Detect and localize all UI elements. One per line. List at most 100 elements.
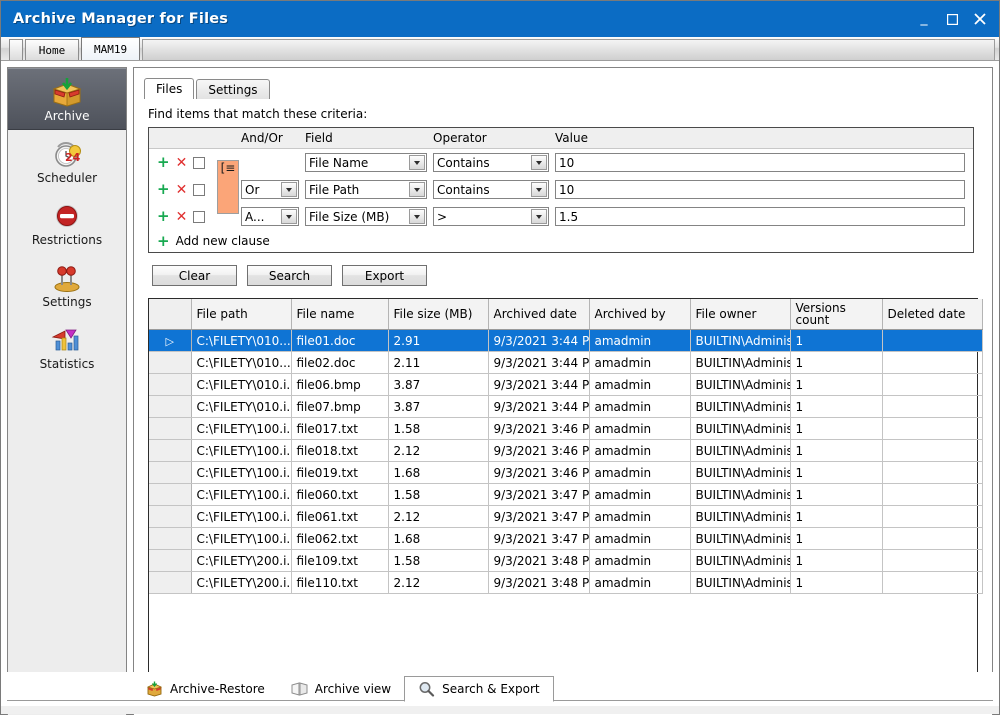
- andor-select[interactable]: A...: [241, 207, 299, 226]
- table-row[interactable]: C:\FILETY\100.i... file018.txt 2.12 9/3/202…: [149, 439, 983, 462]
- row-selector-cell[interactable]: [149, 549, 192, 572]
- table-row[interactable]: C:\FILETY\010.... file02.doc 2.11 9/3/2021 …: [149, 351, 983, 374]
- row-selector-cell[interactable]: [149, 395, 192, 418]
- table-row[interactable]: C:\FILETY\100.i... file017.txt 1.58 9/3/202…: [149, 417, 983, 440]
- operator-select[interactable]: >: [433, 207, 549, 226]
- column-header-file-name[interactable]: File name: [291, 299, 389, 330]
- value-input[interactable]: 1.5: [555, 207, 965, 226]
- table-row[interactable]: C:\FILETY\200.i... file109.txt 1.58 9/3/202…: [149, 549, 983, 572]
- field-select[interactable]: File Size (MB): [305, 207, 427, 226]
- table-row[interactable]: C:\FILETY\200.i... file110.txt 2.12 9/3/202…: [149, 571, 983, 594]
- row-selector-cell[interactable]: [149, 351, 192, 374]
- chevron-down-icon[interactable]: [409, 182, 425, 197]
- bottom-tab-search-export[interactable]: Search & Export: [404, 676, 554, 702]
- sidebar-item-scheduler[interactable]: 24 Scheduler: [8, 130, 126, 192]
- cell-archived-date: 9/3/2021 3:44 PM: [488, 329, 590, 352]
- cell-archived-date: 9/3/2021 3:48 PM: [488, 549, 590, 572]
- add-new-clause-button[interactable]: + Add new clause: [149, 230, 973, 252]
- column-header-archived-date[interactable]: Archived date: [488, 299, 590, 330]
- top-tab-filler: [142, 39, 995, 60]
- row-selector-cell[interactable]: [149, 505, 192, 528]
- row-selector-cell[interactable]: [149, 461, 192, 484]
- column-header-file-size[interactable]: File size (MB): [388, 299, 489, 330]
- cell-file-name: file01.doc: [291, 329, 389, 352]
- sidebar-item-settings[interactable]: Settings: [8, 254, 126, 316]
- plus-icon[interactable]: +: [157, 182, 170, 197]
- remove-x-icon[interactable]: ✕: [176, 183, 188, 197]
- table-row[interactable]: C:\FILETY\010.i... file07.bmp 3.87 9/3/2021…: [149, 395, 983, 418]
- cell-versions-count: 1: [790, 373, 883, 396]
- search-button[interactable]: Search: [247, 265, 332, 286]
- minimize-icon[interactable]: _: [911, 6, 937, 32]
- criteria-checkbox[interactable]: [193, 210, 206, 223]
- column-header-versions-count[interactable]: Versions count: [790, 299, 883, 330]
- table-row[interactable]: C:\FILETY\100.i... file060.txt 1.58 9/3/202…: [149, 483, 983, 506]
- top-tab-mam19[interactable]: MAM19: [81, 37, 141, 60]
- criteria-checkbox[interactable]: [193, 183, 206, 196]
- row-selector-cell[interactable]: [149, 439, 192, 462]
- cell-file-name: file110.txt: [291, 571, 389, 594]
- table-row[interactable]: ▷ C:\FILETY\010.... file01.doc 2.91 9/3/2021…: [149, 329, 983, 352]
- table-row[interactable]: C:\FILETY\100.i... file061.txt 2.12 9/3/202…: [149, 505, 983, 528]
- andor-select[interactable]: Or: [241, 180, 299, 199]
- chevron-down-icon[interactable]: [531, 182, 547, 197]
- cell-deleted-date: [882, 373, 983, 396]
- row-selector-cell[interactable]: [149, 417, 192, 440]
- column-header-deleted-date[interactable]: Deleted date: [882, 299, 983, 330]
- tab-files[interactable]: Files: [144, 78, 195, 99]
- row-selector-cell[interactable]: ▷: [149, 329, 192, 352]
- sidebar-item-restrictions[interactable]: Restrictions: [8, 192, 126, 254]
- clear-button[interactable]: Clear: [152, 265, 237, 286]
- cell-versions-count: 1: [790, 439, 883, 462]
- field-select[interactable]: File Path: [305, 180, 427, 199]
- cell-file-name: file018.txt: [291, 439, 389, 462]
- bottom-tab-archive-restore[interactable]: Archive-Restore: [133, 676, 278, 701]
- chevron-down-icon[interactable]: [409, 209, 425, 224]
- chevron-down-icon[interactable]: [531, 155, 547, 170]
- plus-icon[interactable]: +: [157, 209, 170, 224]
- table-row[interactable]: C:\FILETY\010.i... file06.bmp 3.87 9/3/2021…: [149, 373, 983, 396]
- cell-versions-count: 1: [790, 461, 883, 484]
- cell-archived-by: amadmin: [589, 461, 691, 484]
- operator-select[interactable]: Contains: [433, 180, 549, 199]
- criteria-header-operator: Operator: [433, 131, 487, 145]
- chevron-down-icon[interactable]: [281, 182, 297, 197]
- group-marker[interactable]: [≡: [217, 159, 239, 214]
- content-panel: Files Settings Find items that match the…: [133, 67, 993, 715]
- column-header-file-path[interactable]: File path: [191, 299, 292, 330]
- close-icon[interactable]: [967, 6, 993, 32]
- top-tab-menu-handle[interactable]: [9, 39, 23, 60]
- row-selector-cell[interactable]: [149, 527, 192, 550]
- table-row[interactable]: C:\FILETY\100.i... file019.txt 1.68 9/3/202…: [149, 461, 983, 484]
- cell-file-owner: BUILTIN\Adminis...: [690, 329, 791, 352]
- cell-file-size: 2.12: [388, 439, 489, 462]
- remove-x-icon[interactable]: ✕: [176, 156, 188, 170]
- cell-versions-count: 1: [790, 549, 883, 572]
- sidebar-item-statistics[interactable]: Statistics: [8, 316, 126, 378]
- row-selector-cell[interactable]: [149, 571, 192, 594]
- chevron-down-icon[interactable]: [409, 155, 425, 170]
- value-input[interactable]: 10: [555, 153, 965, 172]
- maximize-icon[interactable]: [939, 6, 965, 32]
- remove-x-icon[interactable]: ✕: [176, 210, 188, 224]
- plus-icon[interactable]: +: [157, 155, 170, 170]
- column-header-archived-by[interactable]: Archived by: [589, 299, 691, 330]
- tab-settings[interactable]: Settings: [196, 79, 270, 99]
- value-input-text: 1.5: [559, 209, 579, 224]
- sidebar-item-archive[interactable]: Archive: [8, 68, 126, 130]
- chevron-down-icon[interactable]: [531, 209, 547, 224]
- bottom-tab-archive-view[interactable]: Archive view: [278, 676, 404, 701]
- value-input[interactable]: 10: [555, 180, 965, 199]
- cell-archived-date: 9/3/2021 3:46 PM: [488, 417, 590, 440]
- column-header-file-owner[interactable]: File owner: [690, 299, 791, 330]
- criteria-checkbox[interactable]: [193, 156, 206, 169]
- field-select[interactable]: File Name: [305, 153, 427, 172]
- operator-select[interactable]: Contains: [433, 153, 549, 172]
- export-button[interactable]: Export: [342, 265, 427, 286]
- table-row[interactable]: C:\FILETY\100.i... file062.txt 1.68 9/3/202…: [149, 527, 983, 550]
- row-selector-cell[interactable]: [149, 483, 192, 506]
- chevron-down-icon[interactable]: [281, 209, 297, 224]
- row-selector-cell[interactable]: [149, 373, 192, 396]
- top-tab-home[interactable]: Home: [25, 39, 79, 60]
- cell-file-owner: BUILTIN\Adminis...: [690, 571, 791, 594]
